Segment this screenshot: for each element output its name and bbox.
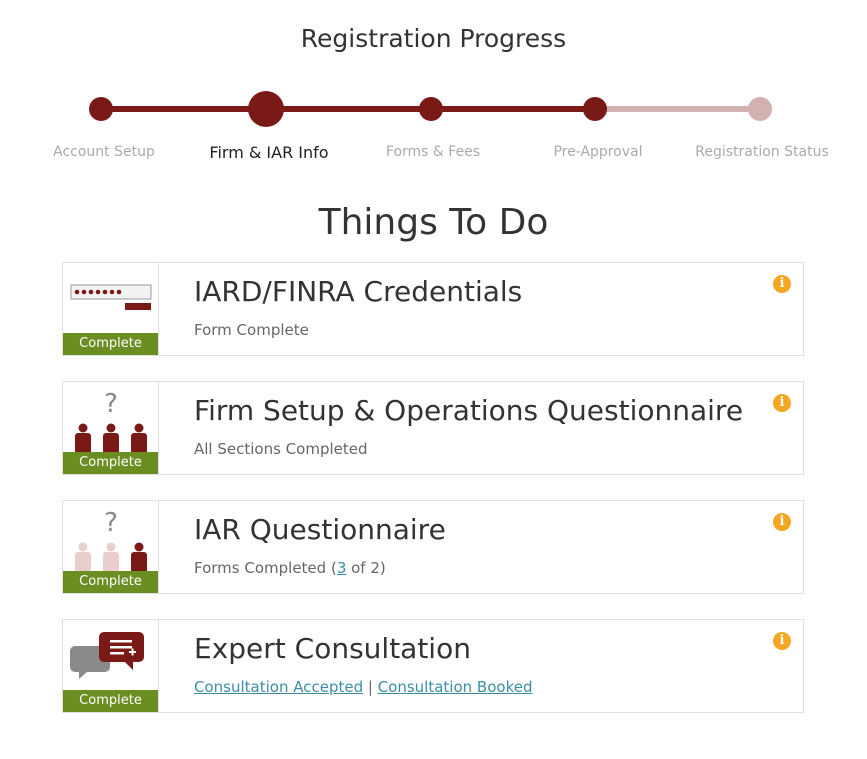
forms-completed-link[interactable]: 3 bbox=[337, 559, 347, 577]
card-thumbnail: Complete bbox=[63, 263, 159, 355]
chat-icon bbox=[63, 620, 158, 692]
info-icon[interactable]: i bbox=[773, 394, 791, 412]
step-dot-firm-iar-info[interactable] bbox=[248, 91, 284, 127]
svg-text:?: ? bbox=[104, 508, 118, 538]
step-label-forms-fees[interactable]: Forms & Fees bbox=[348, 144, 518, 160]
things-to-do-title: Things To Do bbox=[318, 202, 549, 243]
group-question-icon: ? bbox=[63, 382, 158, 454]
subtitle-suffix: of 2) bbox=[346, 559, 386, 577]
card-thumbnail: ? Complete bbox=[63, 382, 159, 474]
info-icon[interactable]: i bbox=[773, 275, 791, 293]
link-separator: | bbox=[363, 678, 378, 696]
status-badge: Complete bbox=[63, 452, 158, 474]
info-icon[interactable]: i bbox=[773, 513, 791, 531]
step-label-pre-approval[interactable]: Pre-Approval bbox=[513, 144, 683, 160]
status-badge: Complete bbox=[63, 333, 158, 355]
card-subtitle: Consultation Accepted | Consultation Boo… bbox=[194, 678, 532, 696]
consultation-booked-link[interactable]: Consultation Booked bbox=[378, 678, 533, 696]
card-subtitle: All Sections Completed bbox=[194, 440, 368, 458]
card-title[interactable]: IAR Questionnaire bbox=[194, 513, 446, 546]
step-dot-account-setup[interactable] bbox=[89, 97, 113, 121]
step-dot-registration-status bbox=[748, 97, 772, 121]
card-title[interactable]: Expert Consultation bbox=[194, 632, 471, 665]
status-badge: Complete bbox=[63, 571, 158, 593]
credentials-icon bbox=[63, 263, 158, 335]
step-label-firm-iar-info[interactable]: Firm & IAR Info bbox=[184, 143, 354, 162]
person-question-icon: ? bbox=[63, 501, 158, 573]
todo-card-credentials[interactable]: Complete IARD/FINRA Credentials Form Com… bbox=[62, 262, 804, 356]
todo-card-expert-consultation[interactable]: Complete Expert Consultation Consultatio… bbox=[62, 619, 804, 713]
todo-card-iar-questionnaire[interactable]: ? Complete IAR Questionnaire Forms Compl… bbox=[62, 500, 804, 594]
card-title[interactable]: Firm Setup & Operations Questionnaire bbox=[194, 394, 743, 427]
todo-card-firm-setup[interactable]: ? Complete Firm Setup & Operations Quest… bbox=[62, 381, 804, 475]
card-title[interactable]: IARD/FINRA Credentials bbox=[194, 275, 522, 308]
subtitle-prefix: Forms Completed ( bbox=[194, 559, 337, 577]
card-subtitle: Form Complete bbox=[194, 321, 309, 339]
info-icon[interactable]: i bbox=[773, 632, 791, 650]
card-thumbnail: Complete bbox=[63, 620, 159, 712]
card-subtitle: Forms Completed (3 of 2) bbox=[194, 559, 386, 577]
progress-title: Registration Progress bbox=[300, 24, 567, 53]
step-label-registration-status: Registration Status bbox=[695, 144, 829, 160]
svg-text:?: ? bbox=[104, 389, 118, 419]
card-thumbnail: ? Complete bbox=[63, 501, 159, 593]
consultation-accepted-link[interactable]: Consultation Accepted bbox=[194, 678, 363, 696]
step-dot-forms-fees[interactable] bbox=[419, 97, 443, 121]
step-label-account-setup[interactable]: Account Setup bbox=[19, 144, 189, 160]
progress-track-complete bbox=[101, 106, 595, 112]
progress-track-remaining bbox=[595, 106, 760, 112]
status-badge: Complete bbox=[63, 690, 158, 712]
step-dot-pre-approval[interactable] bbox=[583, 97, 607, 121]
